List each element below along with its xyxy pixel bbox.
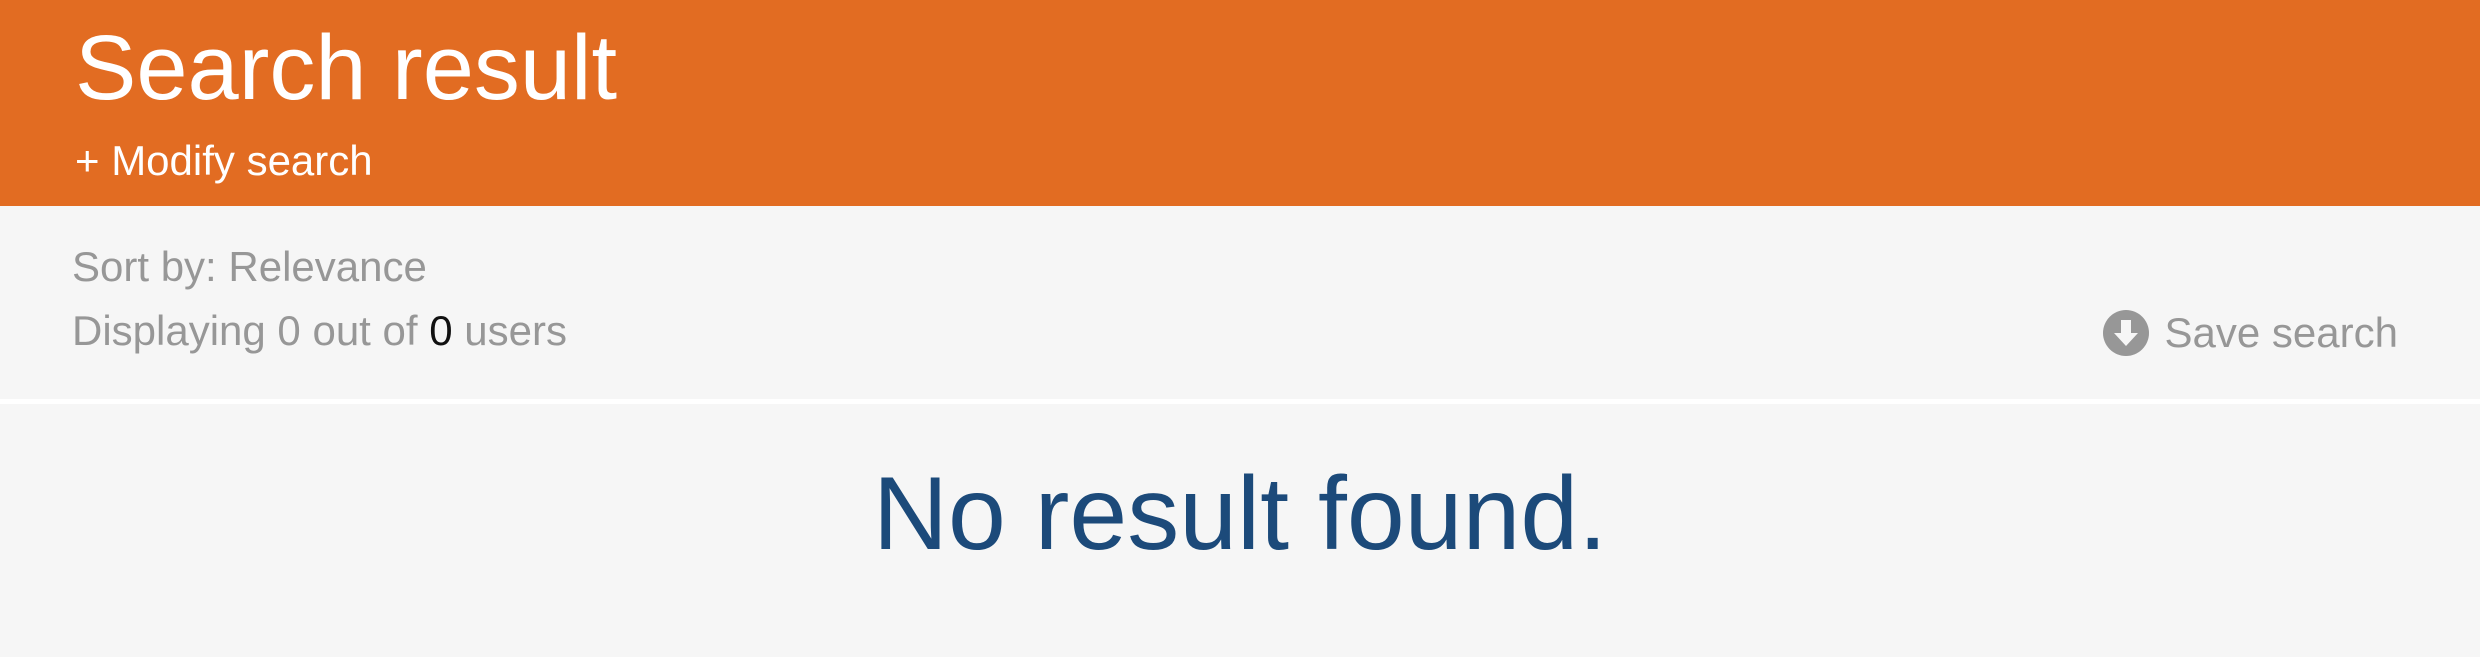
page-header: Search result + Modify search xyxy=(0,0,2480,206)
empty-results-message: No result found. xyxy=(872,456,1608,572)
page-title: Search result xyxy=(75,17,618,119)
download-circle-icon xyxy=(2102,310,2149,356)
results-toolbar: Sort by: Relevance Displaying 0 out of 0… xyxy=(0,206,2480,404)
results-area: No result found. xyxy=(0,404,2480,657)
save-search-button[interactable]: Save search xyxy=(2102,309,2398,356)
total-count: 0 xyxy=(429,307,453,354)
results-count-text: Displaying 0 out of 0 users xyxy=(72,310,567,352)
save-search-label: Save search xyxy=(2164,309,2398,356)
modify-search-link[interactable]: + Modify search xyxy=(75,140,373,182)
displaying-prefix: Displaying 0 out of xyxy=(72,307,430,354)
sort-by-selector[interactable]: Sort by: Relevance xyxy=(72,246,427,288)
displaying-suffix: users xyxy=(452,307,567,354)
